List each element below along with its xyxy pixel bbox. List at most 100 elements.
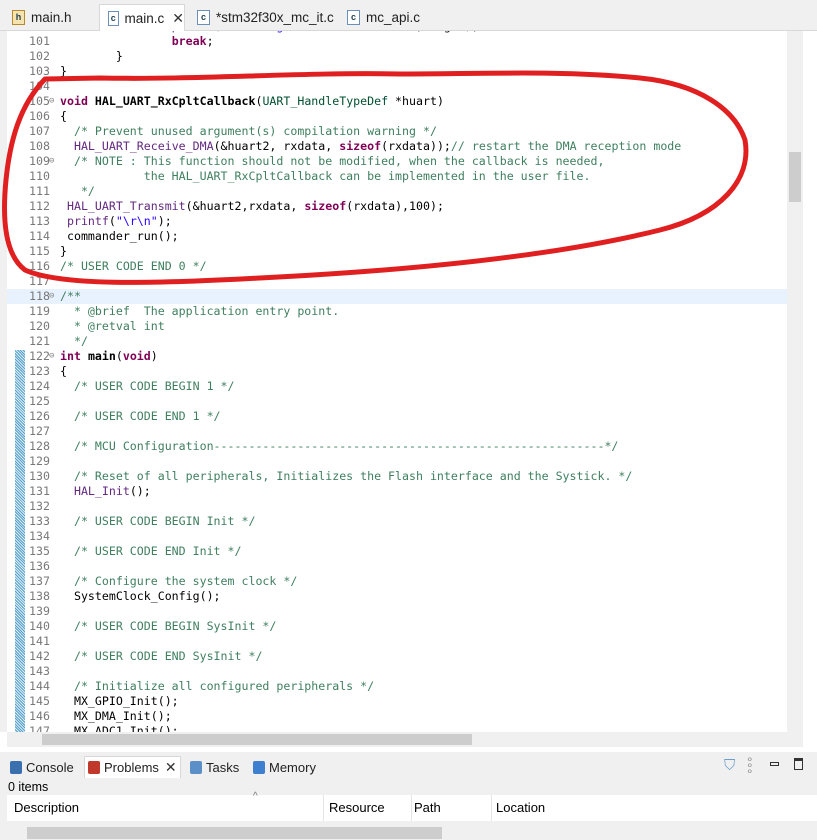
fold-collapse-icon[interactable]: ⊖ — [49, 154, 54, 169]
maximize-icon[interactable] — [794, 758, 803, 770]
code-line[interactable]: 121 */ — [7, 334, 794, 349]
line-number: 143 — [29, 664, 50, 678]
code-line[interactable]: 120 * @retval int — [7, 319, 794, 334]
code-line[interactable]: 117 — [7, 274, 794, 289]
code-line[interactable]: 133 /* USER CODE BEGIN Init */ — [7, 514, 794, 529]
code-line[interactable]: 136 — [7, 559, 794, 574]
code-line[interactable]: 114 commander_run(); — [7, 229, 794, 244]
scroll-thumb[interactable] — [789, 152, 801, 202]
code-line[interactable]: 139 — [7, 604, 794, 619]
code-line[interactable]: 106 { — [7, 109, 794, 124]
line-number: 107 — [29, 124, 50, 138]
problems-icon — [88, 761, 100, 774]
code-text: /* USER CODE BEGIN Init */ — [60, 514, 256, 529]
code-line[interactable]: 142 /* USER CODE END SysInit */ — [7, 649, 794, 664]
code-line[interactable]: 147 MX_ADC1_Init(); — [7, 724, 794, 732]
code-line[interactable]: 123 { — [7, 364, 794, 379]
code-token: MX_GPIO_Init(); — [60, 694, 179, 708]
editor-tab--stm32f30x-mc-it-c[interactable]: c *stm32f30x_mc_it.c — [189, 4, 334, 31]
minimize-icon[interactable] — [770, 762, 779, 766]
editor-tab-mc-api-c[interactable]: c mc_api.c — [339, 4, 420, 31]
editor-tab-main-h[interactable]: h main.h — [4, 4, 72, 31]
code-token: ); — [157, 214, 172, 228]
close-tab-icon[interactable]: ✕ — [172, 10, 184, 27]
code-token: void — [122, 349, 151, 363]
code-token: /* MCU Configuration--------------------… — [60, 439, 619, 453]
code-line[interactable]: 146 MX_DMA_Init(); — [7, 709, 794, 724]
code-text: int main(void) — [60, 349, 158, 364]
code-line[interactable]: 112 HAL_UART_Transmit(&huart2,rxdata, si… — [7, 199, 794, 214]
panel-tab-memory[interactable]: Memory — [253, 756, 316, 778]
code-text: } — [60, 64, 67, 79]
code-token: * @retval int — [60, 319, 165, 333]
fold-collapse-icon[interactable]: ⊖ — [49, 349, 54, 364]
code-line[interactable]: 129 — [7, 454, 794, 469]
code-line[interactable]: 107 /* Prevent unused argument(s) compil… — [7, 124, 794, 139]
code-line[interactable]: 103} — [7, 64, 794, 79]
vertical-scrollbar[interactable] — [787, 31, 803, 732]
code-line[interactable]: 145 MX_GPIO_Init(); — [7, 694, 794, 709]
code-line[interactable]: 130 /* Reset of all peripherals, Initial… — [7, 469, 794, 484]
code-line[interactable]: 125 — [7, 394, 794, 409]
panel-horizontal-scrollbar[interactable] — [7, 826, 817, 840]
code-line[interactable]: 127 — [7, 424, 794, 439]
code-text: HAL_UART_Transmit(&huart2,rxdata, sizeof… — [60, 199, 444, 214]
scroll-thumb[interactable] — [42, 734, 472, 745]
code-line[interactable]: 141 — [7, 634, 794, 649]
code-line[interactable]: 109 ⊖ /* NOTE : This function should not … — [7, 154, 794, 169]
code-text: /* USER CODE END Init */ — [60, 544, 242, 559]
code-line[interactable]: 135 /* USER CODE END Init */ — [7, 544, 794, 559]
code-line[interactable]: 143 — [7, 664, 794, 679]
code-line[interactable]: 108 HAL_UART_Receive_DMA(&huart2, rxdata… — [7, 139, 794, 154]
close-tab-icon[interactable]: ✕ — [165, 759, 177, 776]
column-description[interactable]: Description — [14, 800, 79, 815]
panel-tab-console[interactable]: Console — [10, 756, 74, 778]
code-line[interactable]: 137 /* Configure the system clock */ — [7, 574, 794, 589]
line-number: 130 — [29, 469, 50, 483]
panel-tab-tasks[interactable]: Tasks — [190, 756, 239, 778]
code-token: MX_ADC1_Init(); — [60, 724, 179, 732]
code-line[interactable]: 132 — [7, 499, 794, 514]
code-line[interactable]: 144 /* Initialize all configured periphe… — [7, 679, 794, 694]
code-line[interactable]: 134 — [7, 529, 794, 544]
code-line[interactable]: 131 HAL_Init(); — [7, 484, 794, 499]
panel-tab-problems[interactable]: Problems ✕ — [84, 756, 181, 778]
line-number: 114 — [29, 229, 50, 243]
editor-tab-main-c[interactable]: c main.c ✕ — [99, 4, 185, 31]
code-line[interactable]: 124 /* USER CODE BEGIN 1 */ — [7, 379, 794, 394]
fold-collapse-icon[interactable]: ⊖ — [49, 289, 54, 304]
code-line[interactable]: 110 the HAL_UART_RxCpltCallback can be i… — [7, 169, 794, 184]
code-line[interactable]: 118 ⊖ /** — [7, 289, 794, 304]
code-text: SystemClock_Config(); — [60, 589, 221, 604]
code-line[interactable]: 128 /* MCU Configuration----------------… — [7, 439, 794, 454]
code-token: ; — [206, 34, 214, 48]
code-line[interactable]: 104 — [7, 79, 794, 94]
code-line[interactable]: 140 /* USER CODE BEGIN SysInit */ — [7, 619, 794, 634]
code-token: /* USER CODE BEGIN Init */ — [60, 514, 256, 528]
column-location[interactable]: Location — [496, 800, 545, 815]
column-path[interactable]: Path — [414, 800, 441, 815]
code-line[interactable]: 102 } — [7, 49, 794, 64]
code-token: the HAL_UART_RxCpltCallback can be imple… — [60, 169, 591, 183]
code-token: /* USER CODE END 1 */ — [60, 409, 221, 423]
scroll-thumb[interactable] — [27, 827, 442, 839]
fold-collapse-icon[interactable]: ⊖ — [49, 94, 54, 109]
code-token: * @brief The application entry point. — [60, 304, 340, 318]
code-line[interactable]: 115} — [7, 244, 794, 259]
sort-icon: ^ — [253, 791, 258, 802]
code-line[interactable]: 116 /* USER CODE END 0 */ — [7, 259, 794, 274]
column-resource[interactable]: Resource — [329, 800, 385, 815]
code-line[interactable]: 126 /* USER CODE END 1 */ — [7, 409, 794, 424]
code-line[interactable]: 111 */ — [7, 184, 794, 199]
code-line[interactable]: 122 ⊖ int main(void) — [7, 349, 794, 364]
code-line[interactable]: 101 break; — [7, 34, 794, 49]
code-token: (&huart2, rxdata, — [213, 139, 340, 153]
code-editor[interactable]: 100 printf("Set target value = %d \r\n",… — [0, 31, 817, 732]
code-line[interactable]: 113 printf("\r\n"); — [7, 214, 794, 229]
code-line[interactable]: 138 SystemClock_Config(); — [7, 589, 794, 604]
view-menu-icon[interactable]: ∘ ∘ ∘ — [746, 753, 754, 777]
code-line[interactable]: 119 * @brief The application entry point… — [7, 304, 794, 319]
code-line[interactable]: 105 ⊖ void HAL_UART_RxCpltCallback(UART_Ha… — [7, 94, 794, 109]
horizontal-scrollbar[interactable] — [7, 732, 803, 747]
filter-icon[interactable]: ⛉ — [724, 757, 735, 774]
